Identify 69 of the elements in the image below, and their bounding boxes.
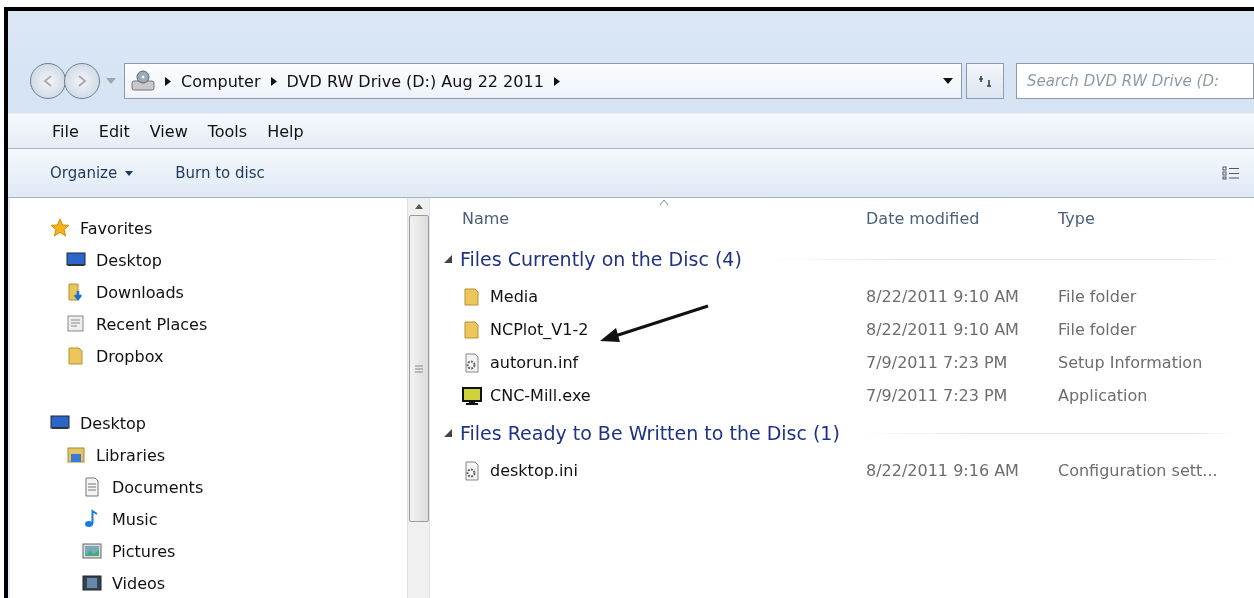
menu-item[interactable]: View bbox=[139, 118, 198, 144]
chevron-icon bbox=[165, 76, 171, 86]
column-header[interactable]: Date modified bbox=[866, 208, 980, 228]
menu-item[interactable]: Help bbox=[257, 118, 314, 144]
picture-icon bbox=[82, 541, 102, 561]
column-header[interactable]: Name bbox=[462, 208, 510, 228]
collapse-icon[interactable] bbox=[444, 429, 452, 437]
breadcrumb-link[interactable]: Computer bbox=[181, 71, 261, 91]
refresh-icon bbox=[977, 74, 993, 88]
date-modified: 8/22/2011 9:10 AM bbox=[866, 320, 1019, 339]
file-name[interactable]: autorun.inf bbox=[490, 353, 579, 372]
folder-icon bbox=[66, 346, 86, 366]
nav-item[interactable]: Downloads bbox=[96, 282, 184, 302]
chevron-icon bbox=[270, 76, 277, 86]
group-header[interactable]: Files Currently on the Disc (4) bbox=[460, 248, 742, 270]
date-modified: 7/9/2011 7:23 PM bbox=[866, 353, 1008, 372]
settings-file-icon bbox=[462, 460, 482, 481]
menu-item[interactable]: Edit bbox=[88, 118, 140, 144]
document-icon bbox=[66, 314, 86, 334]
grip-icon bbox=[414, 364, 423, 373]
file-name[interactable]: CNC-Mill.exe bbox=[490, 386, 591, 405]
nav-item[interactable]: Videos bbox=[112, 573, 166, 593]
forward-button[interactable] bbox=[64, 63, 100, 99]
file-name[interactable]: NCPlot_V1-2 bbox=[490, 320, 589, 339]
refresh-button[interactable] bbox=[966, 63, 1004, 99]
star-icon bbox=[50, 218, 70, 238]
drive-icon bbox=[131, 70, 155, 92]
file-name[interactable]: Media bbox=[490, 287, 539, 306]
document-icon bbox=[82, 477, 102, 497]
menu-item[interactable]: Tools bbox=[197, 118, 258, 144]
toolbar-button[interactable]: Burn to disc bbox=[169, 160, 271, 186]
chevron-icon bbox=[553, 76, 560, 86]
group-header[interactable]: Files Ready to Be Written to the Disc (1) bbox=[460, 422, 840, 444]
nav-item[interactable]: Documents bbox=[112, 477, 204, 497]
nav-item[interactable]: Dropbox bbox=[96, 346, 164, 366]
nav-item[interactable]: Music bbox=[112, 509, 158, 529]
search-field[interactable]: Search DVD RW Drive (D: bbox=[1016, 63, 1254, 99]
nav-item[interactable]: Recent Places bbox=[96, 314, 208, 334]
folder-icon bbox=[462, 286, 482, 307]
scrollbar[interactable] bbox=[407, 198, 429, 598]
date-modified: 7/9/2011 7:23 PM bbox=[866, 386, 1008, 405]
settings-file-icon bbox=[462, 352, 482, 373]
collapse-icon[interactable] bbox=[444, 255, 452, 263]
toolbar-button[interactable]: Organize bbox=[44, 160, 140, 186]
view-options-icon[interactable] bbox=[1222, 166, 1240, 180]
file-type: File folder bbox=[1058, 320, 1137, 339]
film-icon bbox=[82, 573, 102, 593]
folder-icon bbox=[462, 319, 482, 340]
scroll-up-icon[interactable] bbox=[414, 204, 423, 209]
date-modified: 8/22/2011 9:16 AM bbox=[866, 461, 1019, 480]
file-type: Setup Information bbox=[1058, 353, 1203, 372]
library-icon bbox=[66, 445, 86, 465]
date-modified: 8/22/2011 9:10 AM bbox=[866, 287, 1019, 306]
menu-item[interactable]: File bbox=[42, 118, 89, 144]
file-name[interactable]: desktop.ini bbox=[490, 461, 578, 480]
monitor-icon bbox=[462, 385, 482, 406]
nav-item[interactable]: Desktop bbox=[80, 413, 146, 433]
file-type: File folder bbox=[1058, 287, 1137, 306]
nav-item[interactable]: Favorites bbox=[80, 218, 153, 238]
caret-icon[interactable] bbox=[943, 78, 953, 84]
nav-item[interactable]: Desktop bbox=[96, 250, 162, 270]
file-type: Configuration sett... bbox=[1058, 461, 1218, 480]
breadcrumb-link[interactable]: DVD RW Drive (D:) Aug 22 2011 bbox=[286, 71, 544, 91]
nav-item[interactable]: Pictures bbox=[112, 541, 176, 561]
address-bar[interactable]: Computer DVD RW Drive (D:) Aug 22 2011 bbox=[124, 63, 962, 99]
nav-item[interactable]: Libraries bbox=[96, 445, 166, 465]
file-type: Application bbox=[1058, 386, 1148, 405]
column-header[interactable]: Type bbox=[1058, 208, 1095, 228]
back-button[interactable] bbox=[30, 63, 66, 99]
